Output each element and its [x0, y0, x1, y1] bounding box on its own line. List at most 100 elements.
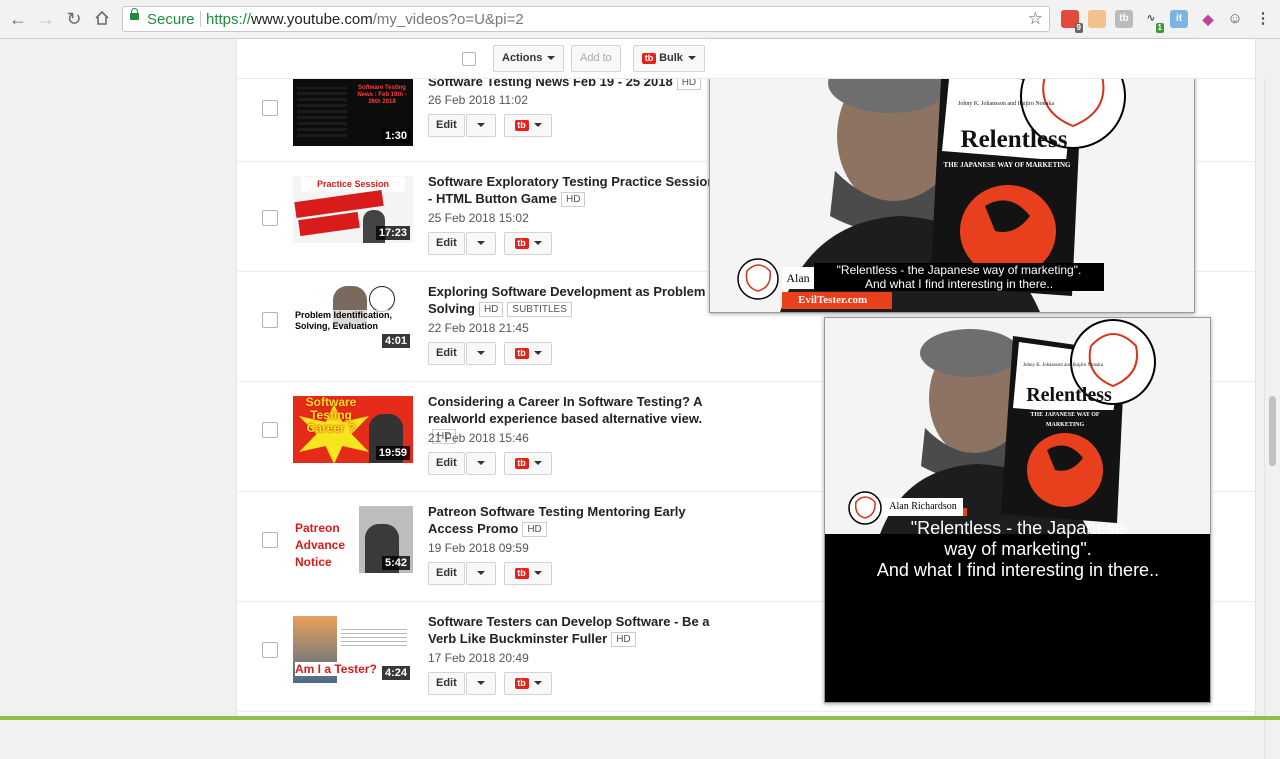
- tb-logo-icon: tb: [514, 347, 529, 359]
- book-subtitle: THE JAPANESE WAY OF MARKETING: [942, 159, 1072, 171]
- row-checkbox[interactable]: [262, 312, 278, 328]
- video-title[interactable]: Software Testers can Develop Software - …: [428, 613, 718, 647]
- extension-tb-icon[interactable]: tb: [1115, 10, 1133, 28]
- thumbnail-code-lines: [297, 87, 347, 137]
- chevron-down-icon: [533, 123, 542, 128]
- edit-button[interactable]: Edit: [428, 562, 465, 585]
- chevron-down-icon: [477, 351, 485, 356]
- reload-icon[interactable]: ↻: [64, 9, 84, 29]
- tubebuddy-menu-button[interactable]: tb: [504, 232, 552, 255]
- video-preview-small[interactable]: Johny K. Johansson and Ikujiro Nonaka Re…: [709, 40, 1195, 313]
- video-title-text: Patreon Software Testing Mentoring Early…: [428, 504, 686, 536]
- edit-button[interactable]: Edit: [428, 452, 465, 475]
- extension-it-icon[interactable]: it: [1170, 10, 1188, 28]
- video-date: 17 Feb 2018 20:49: [428, 651, 529, 665]
- edit-dropdown-button[interactable]: [466, 114, 496, 137]
- actions-label: Actions: [502, 52, 543, 64]
- tubebuddy-menu-button[interactable]: tb: [504, 562, 552, 585]
- scrollbar-thumb[interactable]: [1269, 396, 1276, 466]
- subtitles-badge: SUBTITLES: [507, 302, 572, 317]
- select-all-checkbox[interactable]: [462, 52, 476, 66]
- video-thumbnail[interactable]: Am I a Tester? 4:24: [293, 616, 413, 683]
- video-thumbnail[interactable]: Practice Session 17:23: [293, 176, 413, 243]
- extension-badge: 1: [1155, 23, 1164, 33]
- edit-button[interactable]: Edit: [428, 342, 465, 365]
- bulk-label: Bulk: [659, 52, 683, 64]
- tb-logo-icon: tb: [514, 567, 529, 579]
- home-icon[interactable]: [92, 9, 112, 29]
- edit-button[interactable]: Edit: [428, 114, 465, 137]
- thumbnail-logo: [369, 286, 395, 312]
- extension-gmail-icon[interactable]: 9: [1061, 10, 1083, 33]
- row-checkbox[interactable]: [262, 100, 278, 116]
- video-thumbnail[interactable]: Software Testing Career ? 19:59: [293, 396, 413, 463]
- edit-dropdown-button[interactable]: [466, 672, 496, 695]
- row-checkbox[interactable]: [262, 210, 278, 226]
- chevron-down-icon: [533, 571, 542, 576]
- edit-dropdown-button[interactable]: [466, 232, 496, 255]
- address-bar[interactable]: Secure https://www.youtube.com/my_videos…: [122, 6, 1050, 32]
- chevron-down-icon: [547, 56, 556, 61]
- tubebuddy-menu-button[interactable]: tb: [504, 672, 552, 695]
- url-text[interactable]: https://www.youtube.com/my_videos?o=U&pi…: [206, 11, 524, 28]
- bulk-button[interactable]: tb Bulk: [633, 45, 705, 72]
- video-title[interactable]: Software Exploratory Testing Practice Se…: [428, 173, 718, 207]
- extension-diamond-icon[interactable]: ◆: [1199, 10, 1217, 28]
- chevron-down-icon: [477, 571, 485, 576]
- add-to-button[interactable]: Add to: [571, 45, 621, 72]
- video-preview-large[interactable]: Johny K. Johansson and Ikujiro Nonaka Re…: [824, 317, 1211, 703]
- chevron-down-icon: [533, 351, 542, 356]
- row-checkbox[interactable]: [262, 532, 278, 548]
- video-title-text: Considering a Career In Software Testing…: [428, 394, 703, 426]
- video-title[interactable]: Patreon Software Testing Mentoring Early…: [428, 503, 718, 537]
- secure-label: Secure: [147, 11, 195, 28]
- video-date: 22 Feb 2018 21:45: [428, 321, 529, 335]
- tubebuddy-menu-button[interactable]: tb: [504, 114, 552, 137]
- video-thumbnail[interactable]: Problem Identification, Solving, Evaluat…: [293, 284, 413, 351]
- tubebuddy-menu-button[interactable]: tb: [504, 452, 552, 475]
- bookmark-star-icon[interactable]: ☆: [1028, 9, 1043, 29]
- edit-dropdown-button[interactable]: [466, 342, 496, 365]
- video-duration: 17:23: [375, 226, 410, 240]
- row-checkbox[interactable]: [262, 642, 278, 658]
- tb-logo-icon: tb: [514, 119, 529, 131]
- video-duration: 4:01: [381, 334, 410, 348]
- extension-cookie-icon[interactable]: [1088, 10, 1106, 28]
- forward-arrow-icon[interactable]: →: [36, 9, 56, 29]
- video-thumbnail[interactable]: Patreon Advance Notice 5:42: [293, 506, 413, 573]
- add-to-label: Add to: [580, 52, 612, 64]
- edit-button[interactable]: Edit: [428, 672, 465, 695]
- chevron-down-icon: [533, 681, 542, 686]
- chevron-down-icon: [533, 241, 542, 246]
- extension-pulse-icon[interactable]: ∿ 1: [1142, 10, 1164, 33]
- chevron-down-icon: [687, 56, 696, 61]
- edit-dropdown-button[interactable]: [466, 452, 496, 475]
- thumbnail-caption: Patreon Advance Notice: [295, 521, 346, 569]
- extension-face-icon[interactable]: ☺: [1226, 10, 1244, 28]
- row-checkbox[interactable]: [262, 422, 278, 438]
- speaker-name-tag: Alan Richardson: [883, 498, 963, 516]
- edit-button[interactable]: Edit: [428, 232, 465, 255]
- page-scrollbar[interactable]: [1264, 78, 1280, 759]
- menu-kebab-icon[interactable]: ⋮: [1254, 10, 1272, 28]
- speaker-name-tag: Alan: [782, 267, 814, 289]
- site-tag: EvilTester.com: [782, 292, 892, 309]
- subtitle-caption: "Relentless - the Japanese way of market…: [814, 263, 1104, 291]
- tb-logo-icon: tb: [514, 237, 529, 249]
- lock-icon: [130, 8, 139, 20]
- actions-button[interactable]: Actions: [493, 45, 565, 72]
- video-thumbnail[interactable]: Software Testing News : Feb 19th - 26th …: [293, 79, 413, 146]
- edit-dropdown-button[interactable]: [466, 562, 496, 585]
- video-date: 19 Feb 2018 09:59: [428, 541, 529, 555]
- tb-logo-icon: tb: [642, 52, 656, 64]
- book-authors: Johny K. Johansson and Ikujiro Nonaka: [958, 101, 1054, 107]
- video-title[interactable]: Exploring Software Development as Proble…: [428, 283, 718, 317]
- tb-logo-icon: tb: [514, 457, 529, 469]
- chevron-down-icon: [477, 241, 485, 246]
- back-arrow-icon[interactable]: ←: [8, 9, 28, 29]
- url-host: www.youtube.com: [251, 11, 373, 28]
- tubebuddy-menu-button[interactable]: tb: [504, 342, 552, 365]
- book-title: Relentless: [1026, 384, 1112, 406]
- tb-logo-icon: tb: [514, 677, 529, 689]
- extension-badge: 9: [1074, 23, 1083, 33]
